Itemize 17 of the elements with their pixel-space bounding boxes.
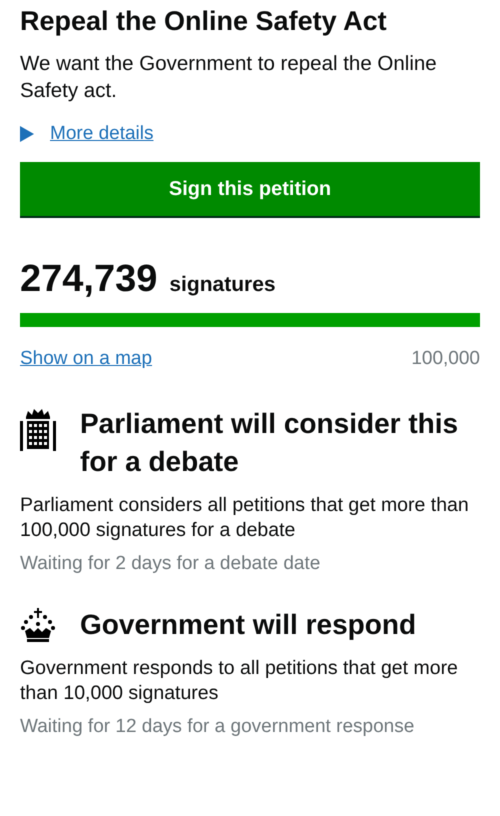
sign-petition-button[interactable]: Sign this petition bbox=[20, 162, 480, 216]
disclosure-triangle-icon[interactable] bbox=[20, 126, 34, 142]
signature-target: 100,000 bbox=[411, 348, 480, 370]
stage-heading: Parliament will consider this for a debate bbox=[80, 407, 460, 479]
crown-icon bbox=[20, 608, 56, 642]
signature-count: 274,739 bbox=[20, 258, 158, 301]
signatures-label: signatures bbox=[169, 273, 276, 297]
stage-status: Waiting for 12 days for a government response bbox=[20, 715, 416, 739]
stage-heading: Government will respond bbox=[80, 608, 416, 642]
petition-title: Repeal the Online Safety Act bbox=[20, 5, 388, 38]
show-map-link[interactable]: Show on a map bbox=[20, 347, 152, 371]
stage-description: Government responds to all petitions that get more than 10,000 signatures bbox=[20, 656, 459, 706]
petition-summary: We want the Government to repeal the Online Safety act. bbox=[20, 51, 438, 104]
stage-status: Waiting for 2 days for a debate date bbox=[20, 552, 322, 576]
stage-description: Parliament considers all petitions that get more than 100,000 signatures for a debate bbox=[20, 493, 470, 543]
more-details-link[interactable]: More details bbox=[50, 122, 154, 146]
portcullis-icon bbox=[20, 407, 56, 453]
